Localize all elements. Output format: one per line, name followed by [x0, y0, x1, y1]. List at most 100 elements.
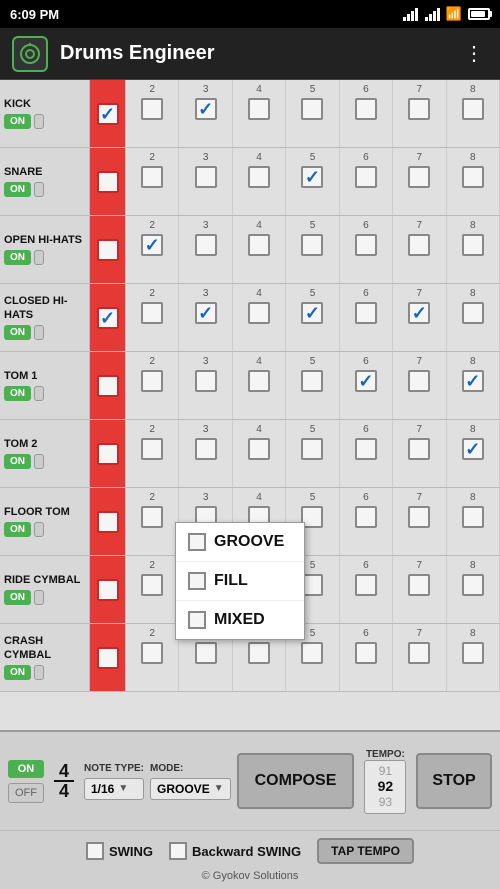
tom2-beat-8-checkbox[interactable]: ✓ [462, 438, 484, 460]
crash-cymbal-beat-4-checkbox[interactable] [248, 642, 270, 664]
ride-cymbal-beat-8-checkbox[interactable] [462, 574, 484, 596]
kick-beat-8-checkbox[interactable] [462, 98, 484, 120]
tom1-off-button[interactable] [34, 386, 44, 401]
ride-cymbal-off-button[interactable] [34, 590, 44, 605]
open-hihats-beat-7-checkbox[interactable] [408, 234, 430, 256]
tom1-beat-7-checkbox[interactable] [408, 370, 430, 392]
floor-tom-beat-7-checkbox[interactable] [408, 506, 430, 528]
mode-selector[interactable]: GROOVE ▼ [150, 778, 231, 800]
open-hihats-beat-2-checkbox[interactable]: ✓ [141, 234, 163, 256]
ride-cymbal-beat-7-checkbox[interactable] [408, 574, 430, 596]
tom1-on-button[interactable]: ON [4, 386, 31, 401]
backward-swing-checkbox[interactable] [169, 842, 187, 860]
tom1-beat-1-checkbox[interactable] [97, 375, 119, 397]
closed-hihats-beat-3-checkbox[interactable]: ✓ [195, 302, 217, 324]
open-hihats-beat-6-checkbox[interactable] [355, 234, 377, 256]
ride-cymbal-on-button[interactable]: ON [4, 590, 31, 605]
snare-beat-6-checkbox[interactable] [355, 166, 377, 188]
stop-button[interactable]: STOP [416, 753, 491, 809]
floor-tom-off-button[interactable] [34, 522, 44, 537]
closed-hihats-on-button[interactable]: ON [4, 325, 31, 340]
toolbar-off-button[interactable]: OFF [8, 783, 44, 803]
snare-beat-4-checkbox[interactable] [248, 166, 270, 188]
tom2-beat-5-checkbox[interactable] [301, 438, 323, 460]
crash-cymbal-beat-8-checkbox[interactable] [462, 642, 484, 664]
tom1-beat-4-checkbox[interactable] [248, 370, 270, 392]
snare-beat-5-checkbox[interactable]: ✓ [301, 166, 323, 188]
tom2-beat-2-checkbox[interactable] [141, 438, 163, 460]
tom2-beat-4-checkbox[interactable] [248, 438, 270, 460]
open-hihats-beat-4-checkbox[interactable] [248, 234, 270, 256]
crash-cymbal-beat-6-checkbox[interactable] [355, 642, 377, 664]
snare-beat-7-checkbox[interactable] [408, 166, 430, 188]
open-hihats-beat-1-checkbox[interactable] [97, 239, 119, 261]
tom2-beat-6-checkbox[interactable] [355, 438, 377, 460]
tom1-beat-5-checkbox[interactable] [301, 370, 323, 392]
open-hihats-on-button[interactable]: ON [4, 250, 31, 265]
snare-beat-3-checkbox[interactable] [195, 166, 217, 188]
tap-tempo-button[interactable]: TAP TEMPO [317, 838, 414, 864]
tom2-off-button[interactable] [34, 454, 44, 469]
kick-beat-4-checkbox[interactable] [248, 98, 270, 120]
open-hihats-beat-8-checkbox[interactable] [462, 234, 484, 256]
floor-tom-beat-1-checkbox[interactable] [97, 511, 119, 533]
crash-cymbal-beat-3-checkbox[interactable] [195, 642, 217, 664]
kick-beat-6-checkbox[interactable] [355, 98, 377, 120]
menu-button[interactable]: ⋮ [460, 37, 488, 70]
closed-hihats-beat-6-checkbox[interactable] [355, 302, 377, 324]
tom2-beat-7-checkbox[interactable] [408, 438, 430, 460]
kick-beat-1-checkbox[interactable]: ✓ [97, 103, 119, 125]
ride-cymbal-beat-2-checkbox[interactable] [141, 574, 163, 596]
tom1-beat-3-checkbox[interactable] [195, 370, 217, 392]
crash-cymbal-beat-1-checkbox[interactable] [97, 647, 119, 669]
snare-on-button[interactable]: ON [4, 182, 31, 197]
open-hihats-beat-3-checkbox[interactable] [195, 234, 217, 256]
closed-hihats-beat-4-checkbox[interactable] [248, 302, 270, 324]
crash-cymbal-beat-5-checkbox[interactable] [301, 642, 323, 664]
closed-hihats-beat-7-checkbox[interactable]: ✓ [408, 302, 430, 324]
tom2-beats: 2 3 4 5 6 7 8 [126, 420, 500, 487]
closed-hihats-beat-1-checkbox[interactable]: ✓ [97, 307, 119, 329]
tom2-beat-3-checkbox[interactable] [195, 438, 217, 460]
dropdown-groove-item[interactable]: GROOVE [176, 523, 304, 562]
tempo-scroll[interactable]: 91 92 93 [364, 760, 406, 814]
open-hihats-beat-5-checkbox[interactable] [301, 234, 323, 256]
floor-tom-beat-2-checkbox[interactable] [141, 506, 163, 528]
floor-tom-beat-8-checkbox[interactable] [462, 506, 484, 528]
snare-off-button[interactable] [34, 182, 44, 197]
floor-tom-beat-6-checkbox[interactable] [355, 506, 377, 528]
tom1-beat-2-checkbox[interactable] [141, 370, 163, 392]
ride-cymbal-beat-6-checkbox[interactable] [355, 574, 377, 596]
tom2-beat-1-checkbox[interactable] [97, 443, 119, 465]
kick-beat-2-checkbox[interactable] [141, 98, 163, 120]
kick-beat-7-checkbox[interactable] [408, 98, 430, 120]
crash-cymbal-beat-2-checkbox[interactable] [141, 642, 163, 664]
dropdown-fill-item[interactable]: FILL [176, 562, 304, 601]
floor-tom-on-button[interactable]: ON [4, 522, 31, 537]
snare-beat-2-checkbox[interactable] [141, 166, 163, 188]
note-type-selector[interactable]: 1/16 ▼ [84, 778, 144, 800]
crash-cymbal-beat-7-checkbox[interactable] [408, 642, 430, 664]
toolbar-on-button[interactable]: ON [8, 760, 44, 778]
closed-hihats-beats: 2 3 ✓ 4 5 ✓ 6 [126, 284, 500, 351]
closed-hihats-off-button[interactable] [34, 325, 44, 340]
tom2-on-button[interactable]: ON [4, 454, 31, 469]
dropdown-mixed-item[interactable]: MIXED [176, 601, 304, 639]
closed-hihats-beat-5-checkbox[interactable]: ✓ [301, 302, 323, 324]
crash-cymbal-on-button[interactable]: ON [4, 665, 31, 680]
kick-beat-3-checkbox[interactable]: ✓ [195, 98, 217, 120]
open-hihats-off-button[interactable] [34, 250, 44, 265]
kick-off-button[interactable] [34, 114, 44, 129]
kick-beat-5-checkbox[interactable] [301, 98, 323, 120]
snare-beat-1-checkbox[interactable] [97, 171, 119, 193]
ride-cymbal-beat-1-checkbox[interactable] [97, 579, 119, 601]
kick-on-button[interactable]: ON [4, 114, 31, 129]
closed-hihats-beat-2-checkbox[interactable] [141, 302, 163, 324]
crash-cymbal-off-button[interactable] [34, 665, 44, 680]
closed-hihats-beat-8-checkbox[interactable] [462, 302, 484, 324]
snare-beat-8-checkbox[interactable] [462, 166, 484, 188]
swing-checkbox[interactable] [86, 842, 104, 860]
tom1-beat-6-checkbox[interactable]: ✓ [355, 370, 377, 392]
compose-button[interactable]: COMPOSE [237, 753, 355, 809]
tom1-beat-8-checkbox[interactable]: ✓ [462, 370, 484, 392]
